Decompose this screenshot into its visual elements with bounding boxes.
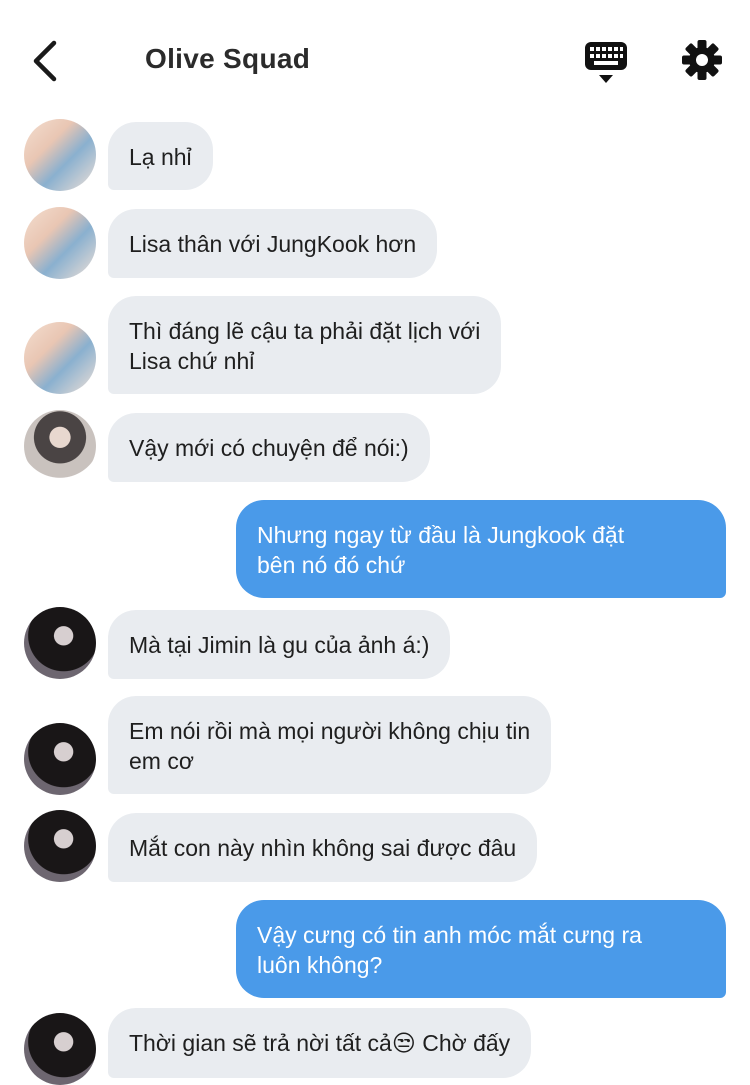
message-bubble-incoming[interactable]: Lạ nhỉ — [108, 122, 213, 190]
settings-button[interactable] — [680, 38, 724, 82]
avatar[interactable] — [24, 410, 96, 482]
avatar[interactable] — [24, 322, 96, 394]
message-bubble-incoming[interactable]: Thời gian sẽ trả nời tất cả😒 Chờ đấy — [108, 1008, 532, 1078]
message-bubble-incoming[interactable]: Em nói rồi mà mọi người không chịu tin e… — [108, 696, 552, 794]
chat-header: Olive Squad — [0, 0, 750, 120]
message-bubble-incoming[interactable]: Mà tại Jimin là gu của ảnh á:) — [108, 610, 451, 679]
message-bubble-incoming[interactable]: Vậy mới có chuyện để nói:) — [108, 413, 430, 482]
avatar[interactable] — [24, 207, 96, 279]
avatar[interactable] — [24, 607, 96, 679]
message-bubble-incoming[interactable]: Thì đáng lẽ cậu ta phải đặt lịch với Lis… — [108, 296, 502, 394]
back-button[interactable] — [28, 38, 68, 84]
chat-title: Olive Squad — [145, 43, 311, 74]
avatar[interactable] — [24, 723, 96, 795]
message-bubble-incoming[interactable]: Mắt con này nhìn không sai được đâu — [108, 813, 538, 882]
keyboard-icon — [585, 42, 627, 83]
avatar[interactable] — [24, 810, 96, 882]
avatar[interactable] — [24, 1013, 96, 1085]
chevron-left-icon — [33, 40, 57, 82]
gear-icon — [682, 40, 722, 80]
message-bubble-outgoing[interactable]: Vậy cưng có tin anh móc mắt cưng ra luôn… — [236, 900, 726, 998]
message-bubble-incoming[interactable]: Lisa thân với JungKook hơn — [108, 209, 438, 278]
keyboard-button[interactable] — [584, 40, 628, 86]
message-bubble-outgoing[interactable]: Nhưng ngay từ đầu là Jungkook đặt bên nó… — [236, 500, 726, 598]
avatar[interactable] — [24, 119, 96, 191]
